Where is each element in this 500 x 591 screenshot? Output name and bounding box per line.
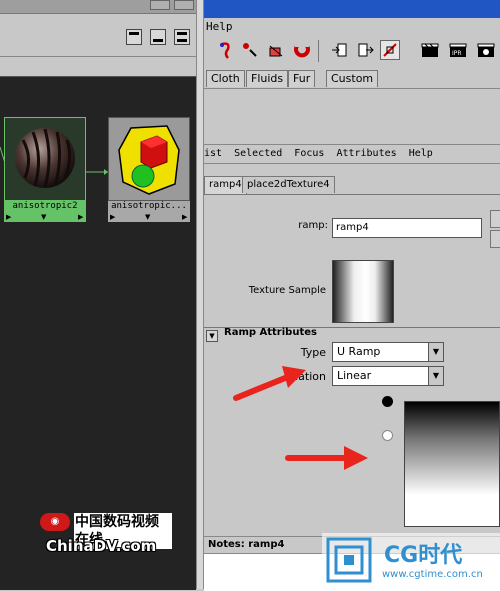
- attribute-editor-window: Help IPR Cloth Fluids Fur Custom ist Sel…: [204, 0, 500, 591]
- node-swatch: [108, 117, 190, 201]
- input-port-icon[interactable]: ▶: [6, 212, 11, 222]
- collapse-arrow-icon[interactable]: ▼: [206, 330, 218, 342]
- presets-button[interactable]: [490, 230, 500, 248]
- cgtime-logo-icon: [326, 537, 372, 583]
- node-name-row: ramp: ramp4: [204, 210, 500, 248]
- input-ops-icon[interactable]: [330, 40, 350, 60]
- menu-attributes[interactable]: Attributes: [336, 148, 396, 159]
- tab-ramp4[interactable]: ramp4: [204, 176, 247, 194]
- hypershade-toolbar: [0, 20, 196, 57]
- help-menu[interactable]: Help: [206, 20, 233, 33]
- shelf-tab-fluids[interactable]: Fluids: [246, 70, 289, 87]
- snap-grid-icon[interactable]: [266, 40, 286, 60]
- snap-curve-icon[interactable]: [216, 40, 236, 60]
- chinadv-en-text: ChinaDV.com: [46, 537, 157, 555]
- striped-sphere-icon: [15, 128, 75, 188]
- menu-list[interactable]: ist: [204, 148, 222, 159]
- shelf-tab-fur[interactable]: Fur: [288, 70, 316, 87]
- layout-bottom-icon[interactable]: [150, 29, 166, 45]
- focus-button[interactable]: [490, 210, 500, 228]
- interpolation-dropdown[interactable]: Linear ▼: [332, 366, 444, 386]
- chevron-down-icon: ▼: [428, 343, 443, 361]
- interpolation-label: olation: [288, 370, 326, 383]
- window-minimize-button[interactable]: [150, 0, 170, 10]
- hypershade-panel: anisotropic2 ▶ ▼ ▶ anisotropic... ▶ ▼ ▶: [0, 0, 196, 590]
- chevron-down-icon: ▼: [428, 367, 443, 385]
- toolbar-separator: [318, 40, 319, 62]
- shelf-area: [204, 88, 500, 129]
- window-close-button[interactable]: [174, 0, 194, 10]
- left-titlebar: [0, 0, 196, 14]
- cgtime-title: CG时代: [384, 543, 463, 568]
- svg-text:IPR: IPR: [452, 50, 462, 57]
- node-label: anisotropic...: [108, 201, 190, 212]
- layout-top-icon[interactable]: [126, 29, 142, 45]
- ramp-attributes-title: Ramp Attributes: [224, 327, 317, 338]
- input-port-icon[interactable]: ▶: [110, 212, 115, 222]
- cgtime-url: www.cgtime.com.cn: [382, 569, 483, 580]
- ramp-name-label: ramp:: [298, 220, 328, 231]
- output-port-icon[interactable]: ▶: [78, 212, 83, 222]
- node-swatch: [4, 117, 86, 201]
- panel-divider[interactable]: [196, 0, 204, 589]
- cgtime-watermark: CG时代 www.cgtime.com.cn: [322, 533, 500, 589]
- shading-group-icon: [118, 125, 180, 195]
- chinadv-watermark: ◉ 中国数码视频在线 ChinaDV.com: [40, 509, 172, 559]
- output-ops-icon[interactable]: [356, 40, 376, 60]
- texture-sample-label: Texture Sample: [248, 285, 326, 296]
- snap-point-icon[interactable]: [240, 40, 260, 60]
- type-dropdown[interactable]: U Ramp ▼: [332, 342, 444, 362]
- notes-label: Notes: ramp4: [208, 539, 285, 550]
- color-entry-handle-white[interactable]: [382, 430, 393, 441]
- ipr-render-icon[interactable]: IPR: [448, 40, 468, 60]
- chinadv-logo-icon: ◉: [40, 513, 70, 531]
- status-line: IPR: [204, 38, 500, 64]
- menu-focus[interactable]: Focus: [294, 148, 324, 159]
- expand-port-icon[interactable]: ▼: [41, 212, 46, 222]
- tab-place2dtexture4[interactable]: place2dTexture4: [242, 176, 335, 193]
- menu-selected[interactable]: Selected: [234, 148, 282, 159]
- attribute-editor-tabs: ramp4 place2dTexture4: [204, 176, 500, 195]
- ramp-attributes-header[interactable]: ▼ Ramp Attributes: [204, 327, 500, 342]
- output-port-icon[interactable]: ▶: [182, 212, 187, 222]
- shelf-tab-cloth[interactable]: Cloth: [206, 70, 245, 87]
- shelf-tab-custom[interactable]: Custom: [326, 70, 379, 87]
- interpolation-value: Linear: [337, 369, 372, 382]
- texture-sample-swatch: [332, 260, 394, 323]
- type-value: U Ramp: [337, 345, 381, 358]
- render-setup-icon[interactable]: [380, 40, 400, 60]
- anisotropic2-node[interactable]: anisotropic2 ▶ ▼ ▶: [4, 117, 86, 222]
- attribute-editor-menubar: ist Selected Focus Attributes Help: [204, 144, 500, 164]
- layout-split-icon[interactable]: [174, 29, 190, 45]
- render-settings-icon[interactable]: [476, 40, 496, 60]
- anisotropic-sg-node[interactable]: anisotropic... ▶ ▼ ▶: [108, 117, 190, 222]
- shelf-tabs: Cloth Fluids Fur Custom: [204, 68, 500, 88]
- magnet-icon[interactable]: [292, 40, 312, 60]
- expand-port-icon[interactable]: ▼: [145, 212, 150, 222]
- type-label: Type: [300, 346, 326, 359]
- window-titlebar: [204, 0, 500, 18]
- menu-help[interactable]: Help: [409, 148, 433, 159]
- node-label: anisotropic2: [4, 201, 86, 212]
- node-ports: ▶ ▼ ▶: [108, 212, 190, 222]
- color-entry-handle-black[interactable]: [382, 396, 393, 407]
- ramp-gradient-editor[interactable]: [404, 401, 500, 527]
- node-ports: ▶ ▼ ▶: [4, 212, 86, 222]
- ramp-name-field[interactable]: ramp4: [332, 218, 482, 238]
- render-frame-icon[interactable]: [420, 40, 440, 60]
